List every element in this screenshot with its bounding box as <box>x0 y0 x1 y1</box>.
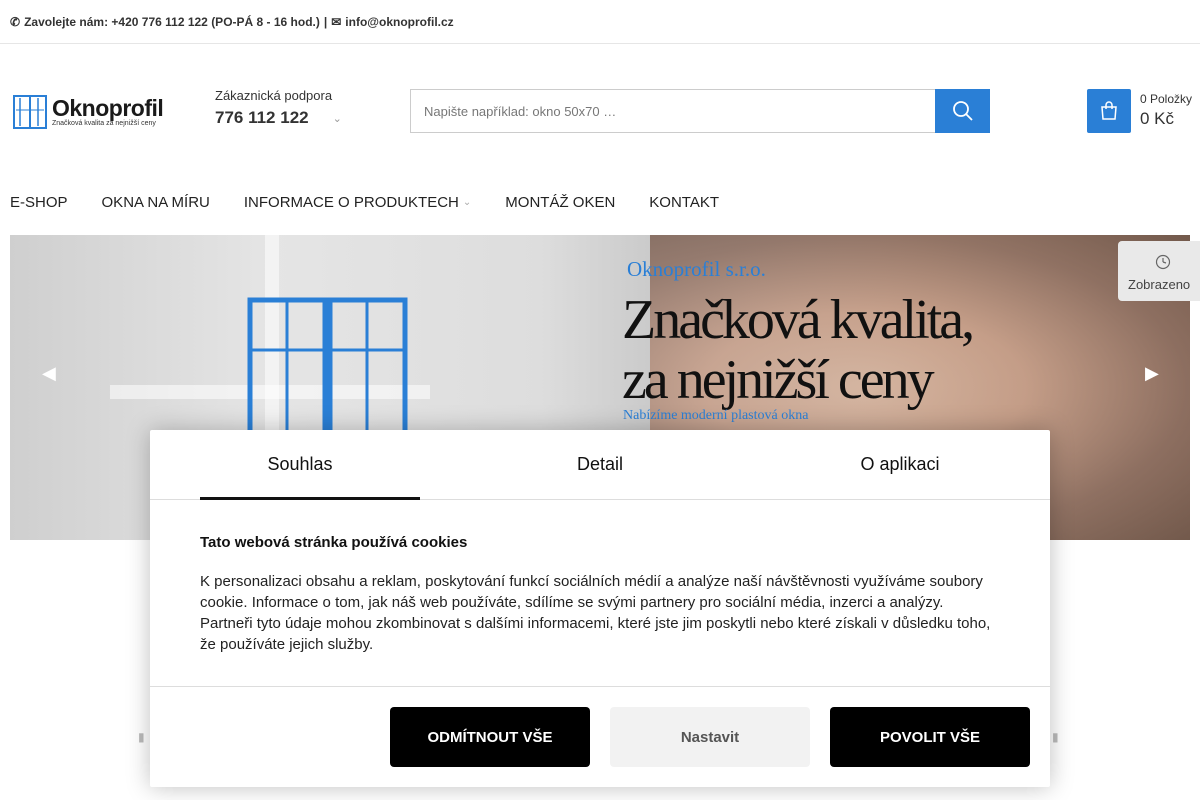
tab-souhlas[interactable]: Souhlas <box>150 430 450 500</box>
chevron-right-icon[interactable]: ▶ <box>1145 363 1159 384</box>
top-contact-bar: ✆ Zavolejte nám: +420 776 112 122 (PO-PÁ… <box>0 0 1200 44</box>
search-button[interactable] <box>935 89 990 133</box>
chevron-left-icon[interactable]: ◀ <box>42 363 56 384</box>
search-bar <box>410 89 990 133</box>
carousel-next-handle: ▮ <box>1052 730 1059 744</box>
customer-support[interactable]: Zákaznická podpora 776 112 122 ⌄ <box>215 88 342 128</box>
search-icon <box>952 101 973 121</box>
nav-label: OKNA NA MÍRU <box>101 194 210 211</box>
top-separator: | <box>323 14 328 29</box>
hero-headline: Značková kvalita, za nejnižší ceny <box>622 289 975 411</box>
logo-brand: Oknoprofil <box>52 94 164 121</box>
envelope-icon: ✉ <box>331 14 342 29</box>
support-phone-number: 776 112 122 <box>215 108 309 127</box>
chevron-down-icon[interactable]: ⌄ <box>333 112 342 125</box>
window-logo-icon <box>13 95 47 129</box>
reject-all-button[interactable]: ODMÍTNOUT VŠE <box>390 707 590 767</box>
shopping-cart[interactable]: 0 Položky 0 Kč <box>1087 89 1192 133</box>
nav-item-kontakt[interactable]: KONTAKT <box>649 194 719 211</box>
chevron-down-icon: ⌄ <box>462 197 472 208</box>
support-phone[interactable]: 776 112 122 ⌄ <box>215 108 342 128</box>
top-email-link[interactable]: info@oknoprofil.cz <box>345 15 453 29</box>
support-label: Zákaznická podpora <box>215 88 333 103</box>
nav-label: E-SHOP <box>10 194 68 211</box>
cookie-consent-dialog: Souhlas Detail O aplikaci Tato webová st… <box>150 430 1050 787</box>
cart-items-count: 0 Položky <box>1140 92 1193 106</box>
phone-icon: ✆ <box>10 14 21 29</box>
hero-headline-line2: za nejnižší ceny <box>622 349 935 411</box>
cookie-title: Tato webová stránka používá cookies <box>200 534 468 551</box>
search-input[interactable] <box>410 89 935 133</box>
cart-button[interactable] <box>1087 89 1131 133</box>
clock-icon <box>1155 254 1171 270</box>
carousel-prev-handle: ▮ <box>138 730 145 744</box>
nav-item-eshop[interactable]: E-SHOP <box>10 194 68 211</box>
cookie-tabs: Souhlas Detail O aplikaci <box>150 430 1050 500</box>
hero-subtitle: Nabízíme moderní plastová okna <box>623 408 809 423</box>
settings-button[interactable]: Nastavit <box>610 707 810 767</box>
cookie-actions: ODMÍTNOUT VŠE Nastavit POVOLIT VŠE <box>150 686 1050 787</box>
nav-label: MONTÁŽ OKEN <box>505 194 616 211</box>
site-header: Oknoprofil Značková kvalita za nejnižší … <box>0 44 1200 179</box>
cart-total-price: 0 Kč <box>1140 109 1175 128</box>
nav-item-okna-na-miru[interactable]: OKNA NA MÍRU <box>102 194 210 211</box>
nav-item-montaz[interactable]: MONTÁŽ OKEN <box>505 194 615 211</box>
logo-tagline: Značková kvalita za nejnižší ceny <box>52 119 156 127</box>
cookie-description: K personalizaci obsahu a reklam, poskyto… <box>200 573 991 653</box>
main-navigation: E-SHOP OKNA NA MÍRU INFORMACE O PRODUKTE… <box>0 180 1200 225</box>
shopping-bag-icon <box>1101 101 1117 120</box>
tab-o-aplikaci[interactable]: O aplikaci <box>750 430 1050 499</box>
accept-all-button[interactable]: POVOLIT VŠE <box>830 707 1030 767</box>
tab-detail[interactable]: Detail <box>450 430 750 499</box>
top-phone-text: Zavolejte nám: +420 776 112 122 (PO-PÁ 8… <box>24 14 320 29</box>
recently-viewed-label: Zobrazeno <box>1128 277 1191 292</box>
site-logo[interactable]: Oknoprofil Značková kvalita za nejnižší … <box>12 92 192 132</box>
nav-label: KONTAKT <box>649 194 720 211</box>
nav-label: INFORMACE O PRODUKTECH <box>243 194 459 211</box>
recently-viewed[interactable]: Zobrazeno <box>1118 241 1200 301</box>
nav-item-informace[interactable]: INFORMACE O PRODUKTECH ⌄ <box>244 194 471 211</box>
hero-headline-line1: Značková kvalita, <box>622 289 975 351</box>
hero-company: Oknoprofil s.r.o. <box>627 257 766 281</box>
